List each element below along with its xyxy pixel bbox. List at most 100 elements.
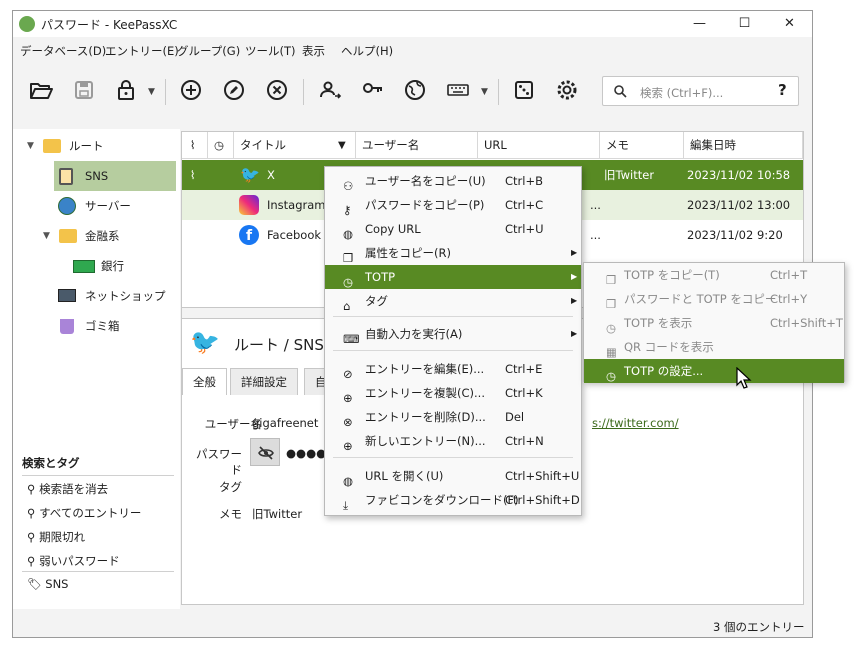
group-finance[interactable]: ▼ 金融系: [39, 221, 175, 251]
copy-icon: ❐: [343, 251, 354, 265]
tab-advanced[interactable]: 詳細設定: [230, 368, 298, 395]
add-entry-button[interactable]: [178, 77, 204, 103]
tags-label: タグ: [219, 480, 242, 494]
tag-all-entries[interactable]: ⚲ すべてのエントリー: [27, 505, 141, 521]
open-url-button[interactable]: [403, 77, 429, 103]
copy-username-button[interactable]: [317, 77, 343, 103]
group-sns[interactable]: SNS: [55, 161, 175, 191]
group-bank[interactable]: 銀行: [73, 251, 173, 281]
password-label: パスワード: [196, 447, 242, 477]
edit-pencil-icon: ⊘: [343, 367, 353, 381]
lock-dropdown-icon[interactable]: ▼: [148, 87, 155, 97]
menu-database[interactable]: データベース(D): [20, 43, 106, 59]
key-icon: ⚷: [343, 203, 352, 217]
username-value[interactable]: gigafreenet: [252, 416, 318, 430]
auto-type-dropdown-icon[interactable]: ▼: [481, 87, 488, 97]
menu-new-entry[interactable]: ⊕ 新しいエントリー(N)... Ctrl+N: [325, 429, 581, 453]
group-root[interactable]: ▼ ルート: [23, 131, 173, 161]
add-circle-icon: ⊕: [343, 439, 353, 453]
menu-copy-username[interactable]: ⚇ ユーザー名をコピー(U) Ctrl+B: [325, 169, 581, 193]
delete-circle-icon: [267, 80, 287, 100]
search-help-button[interactable]: ?: [778, 81, 787, 99]
title-column-header[interactable]: タイトル ▼: [234, 132, 356, 159]
menu-bar: データベース(D) エントリー(E) グループ(G) ツール(T) 表示 ヘルプ…: [13, 37, 812, 61]
menu-copy-attribute[interactable]: ❐ 属性をコピー(R) ▶: [325, 241, 581, 265]
username-column-header[interactable]: ユーザー名: [356, 132, 478, 159]
expand-arrow-icon[interactable]: ▼: [27, 131, 34, 161]
twitter-bird-icon: 🐦: [190, 328, 220, 356]
tab-general[interactable]: 全般: [182, 368, 227, 395]
copy-password-button[interactable]: [360, 77, 386, 103]
keyboard-icon: ⌨: [343, 332, 360, 346]
menu-tools[interactable]: ツール(T): [245, 43, 296, 59]
menu-group[interactable]: グループ(G): [177, 43, 240, 59]
menu-clone-entry[interactable]: ⊕ エントリーを複製(C)... Ctrl+K: [325, 381, 581, 405]
group-trash[interactable]: ゴミ箱: [55, 311, 175, 341]
menu-copy-password[interactable]: ⚷ パスワードをコピー(P) Ctrl+C: [325, 193, 581, 217]
save-icon: [75, 81, 93, 99]
menu-totp-settings[interactable]: ◷ TOTP の設定...: [584, 359, 844, 383]
save-database-button[interactable]: [71, 77, 97, 103]
delete-entry-button[interactable]: [264, 77, 290, 103]
tag-icon: ⌂: [343, 299, 351, 313]
menu-open-url[interactable]: ◍ URL を開く(U) Ctrl+Shift+U: [325, 464, 581, 488]
group-netshop[interactable]: ネットショップ: [55, 281, 175, 311]
menu-delete-entry[interactable]: ⊗ エントリーを削除(D)... Del: [325, 405, 581, 429]
password-generator-button[interactable]: [511, 77, 537, 103]
menu-show-qr[interactable]: ▦ QR コードを表示: [584, 335, 844, 359]
group-label: 金融系: [85, 229, 120, 243]
group-label: ネットショップ: [85, 289, 166, 303]
globe-icon: ◍: [343, 474, 354, 488]
group-server[interactable]: サーバー: [55, 191, 175, 221]
url-link[interactable]: s://twitter.com/: [592, 416, 679, 430]
instagram-icon: [239, 195, 259, 215]
menu-auto-type[interactable]: ⌨ 自動入力を実行(A) ▶: [325, 322, 581, 346]
search-tag-icon: ⚲: [27, 506, 40, 520]
memo-column-header[interactable]: メモ: [600, 132, 684, 159]
folder-icon: [59, 229, 77, 243]
tag-weak-passwords[interactable]: ⚲ 弱いパスワード: [27, 553, 120, 569]
search-box[interactable]: 検索 (Ctrl+F)... ?: [602, 76, 799, 106]
open-database-button[interactable]: [28, 77, 54, 103]
menu-view[interactable]: 表示: [302, 43, 325, 59]
expand-arrow-icon[interactable]: ▼: [43, 221, 50, 251]
divider: [22, 475, 174, 476]
menu-separator: [333, 316, 573, 317]
tags-header: 検索とタグ: [22, 456, 80, 470]
maximize-button[interactable]: ☐: [722, 11, 767, 37]
menu-tags[interactable]: ⌂ タグ ▶: [325, 289, 581, 313]
menu-copy-url[interactable]: ◍ Copy URL Ctrl+U: [325, 217, 581, 241]
globe-icon: ◍: [343, 227, 354, 241]
clock-icon: ◷: [343, 275, 354, 289]
submenu-arrow-icon: ▶: [571, 296, 578, 305]
menu-edit-entry[interactable]: ⊘ エントリーを編集(E)... Ctrl+E: [325, 357, 581, 381]
lock-icon: [118, 80, 134, 100]
tag-clear-search[interactable]: ⚲ 検索語を消去: [27, 481, 108, 497]
menu-copy-password-totp[interactable]: ❐ パスワードと TOTP をコピー Ctrl+Y: [584, 287, 844, 311]
menu-download-favicon[interactable]: ⤓ ファビコンをダウンロード(F) Ctrl+Shift+D: [325, 488, 581, 512]
attachment-column-header[interactable]: ⌇: [182, 132, 208, 159]
url-column-header[interactable]: URL: [478, 132, 600, 159]
menu-help[interactable]: ヘルプ(H): [341, 43, 393, 59]
menu-entry[interactable]: エントリー(E): [105, 43, 179, 59]
edit-entry-button[interactable]: [221, 77, 247, 103]
tag-sns[interactable]: 🏷 SNS: [27, 577, 68, 591]
lock-database-button[interactable]: [113, 77, 139, 103]
auto-type-button[interactable]: [445, 77, 471, 103]
globe-icon: [405, 80, 425, 100]
close-button[interactable]: ✕: [767, 11, 812, 37]
group-label: ルート: [69, 139, 104, 153]
banknote-icon: [73, 260, 95, 273]
search-input[interactable]: 検索 (Ctrl+F)...: [640, 85, 723, 101]
time-column-header[interactable]: ◷: [208, 132, 234, 159]
modified-column-header[interactable]: 編集日時: [684, 132, 803, 159]
minimize-button[interactable]: —: [677, 11, 722, 37]
folder-icon: [43, 139, 61, 153]
toggle-password-button[interactable]: [250, 438, 280, 466]
menu-totp[interactable]: ◷ TOTP ▶: [325, 265, 581, 289]
menu-copy-totp[interactable]: ❐ TOTP をコピー(T) Ctrl+T: [584, 263, 844, 287]
user-icon: ⚇: [343, 179, 354, 193]
menu-show-totp[interactable]: ◷ TOTP を表示 Ctrl+Shift+T: [584, 311, 844, 335]
settings-button[interactable]: [554, 77, 580, 103]
tag-expired[interactable]: ⚲ 期限切れ: [27, 529, 85, 545]
